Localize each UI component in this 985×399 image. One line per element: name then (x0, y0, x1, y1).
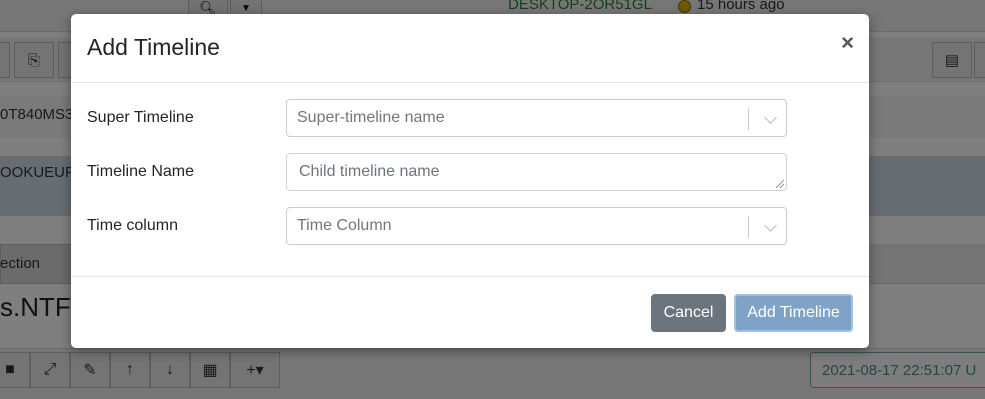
time-column-label: Time column (87, 217, 178, 234)
select-separator (748, 108, 749, 130)
add-timeline-button[interactable]: Add Timeline (734, 294, 853, 332)
super-timeline-select[interactable]: Super-timeline name (286, 99, 787, 137)
super-timeline-placeholder: Super-timeline name (297, 109, 445, 126)
add-timeline-dialog: Add Timeline × Super Timeline Super-time… (71, 14, 869, 348)
chevron-down-icon[interactable] (764, 219, 777, 232)
dialog-title: Add Timeline (87, 34, 220, 60)
super-timeline-label: Super Timeline (87, 109, 194, 126)
time-column-select[interactable]: Time Column (286, 207, 787, 245)
cancel-button[interactable]: Cancel (651, 294, 726, 332)
select-separator (748, 216, 749, 238)
timeline-name-input[interactable]: Child timeline name (286, 153, 787, 191)
timeline-name-placeholder: Child timeline name (299, 163, 440, 180)
time-column-placeholder: Time Column (297, 217, 392, 234)
close-icon[interactable]: × (841, 32, 854, 54)
chevron-down-icon[interactable] (764, 111, 777, 124)
timeline-name-label: Timeline Name (87, 163, 194, 180)
resize-handle-icon[interactable] (776, 180, 784, 188)
dialog-header: Add Timeline × (71, 14, 869, 83)
dialog-footer: Cancel Add Timeline (71, 276, 869, 348)
